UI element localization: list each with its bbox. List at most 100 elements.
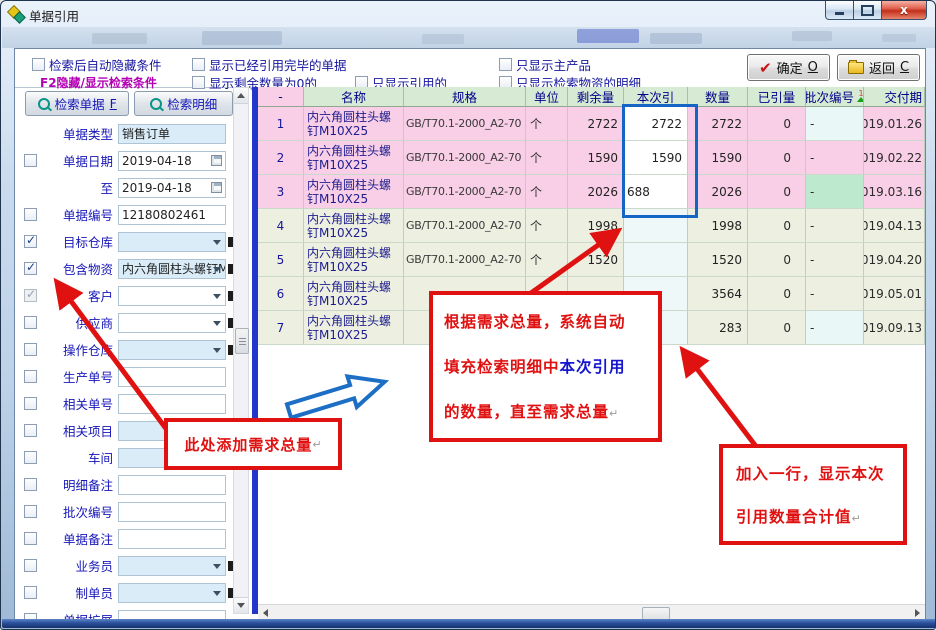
field-input[interactable]: 内六角圆柱头螺钉M10	[118, 259, 226, 279]
table-row[interactable]: 1 内六角圆柱头螺钉M10X25 GB/T70.1-2000_A2-70 个 2…	[258, 107, 925, 141]
cell-referenced[interactable]: 0	[748, 175, 806, 209]
cell-remaining[interactable]: 2026	[568, 175, 624, 209]
field-checkbox[interactable]	[24, 208, 37, 221]
cell-name[interactable]: 内六角圆柱头螺钉M10X25	[304, 243, 404, 277]
cell-row-number[interactable]: 2	[258, 141, 304, 175]
cell-referenced[interactable]: 0	[748, 243, 806, 277]
cell-batch-no[interactable]: -	[806, 209, 864, 243]
cell-name[interactable]: 内六角圆柱头螺钉M10X25	[304, 311, 404, 345]
cell-spec[interactable]: GB/T70.1-2000_A2-70	[404, 175, 526, 209]
cell-due-date[interactable]: 2019.04.20	[864, 243, 925, 277]
field-checkbox[interactable]	[24, 235, 37, 248]
field-input[interactable]	[118, 556, 226, 576]
cell-due-date[interactable]: 2019.02.22	[864, 141, 925, 175]
field-checkbox[interactable]	[24, 586, 37, 599]
cell-this-reference[interactable]	[624, 243, 688, 277]
cell-due-date[interactable]: 2019.03.16	[864, 175, 925, 209]
cell-referenced[interactable]: 0	[748, 209, 806, 243]
cell-batch-no[interactable]: -	[806, 175, 864, 209]
header-due-date[interactable]: 交付期	[864, 87, 925, 107]
field-checkbox[interactable]	[24, 478, 37, 491]
sort-ascending-icon[interactable]: 1	[857, 91, 864, 102]
field-checkbox[interactable]	[24, 370, 37, 383]
checkbox-only-main-product[interactable]: 只显示主产品	[499, 55, 591, 74]
header-row-number[interactable]: -	[258, 87, 304, 107]
ok-button[interactable]: ✔ 确定 O	[747, 54, 830, 81]
field-checkbox[interactable]	[24, 559, 37, 572]
cell-referenced[interactable]: 0	[748, 311, 806, 345]
cell-batch-no[interactable]: -	[806, 141, 864, 175]
search-documents-button[interactable]: 检索单据 F	[25, 91, 129, 116]
scroll-up-button[interactable]	[234, 88, 248, 104]
field-checkbox[interactable]	[24, 397, 37, 410]
cell-batch-no[interactable]: -	[806, 277, 864, 311]
header-spec[interactable]: 规格	[404, 87, 526, 107]
field-input[interactable]	[118, 529, 226, 549]
field-input[interactable]	[118, 232, 226, 252]
checkbox-auto-hide[interactable]: 检索后自动隐藏条件	[32, 55, 162, 74]
field-input[interactable]: 12180802461	[118, 205, 226, 225]
cell-referenced[interactable]: 0	[748, 107, 806, 141]
cell-unit[interactable]: 个	[526, 243, 568, 277]
cell-name[interactable]: 内六角圆柱头螺钉M10X25	[304, 209, 404, 243]
cell-batch-no[interactable]: -	[806, 107, 864, 141]
field-checkbox[interactable]	[24, 451, 37, 464]
field-input[interactable]	[118, 340, 226, 360]
field-input[interactable]: 2019-04-18	[118, 178, 226, 198]
header-remaining[interactable]: 剩余量	[568, 87, 624, 107]
cell-row-number[interactable]: 4	[258, 209, 304, 243]
cell-spec[interactable]: GB/T70.1-2000_A2-70	[404, 243, 526, 277]
field-checkbox[interactable]	[24, 154, 37, 167]
cell-batch-no[interactable]: -	[806, 311, 864, 345]
cell-row-number[interactable]: 7	[258, 311, 304, 345]
table-row[interactable]: 2 内六角圆柱头螺钉M10X25 GB/T70.1-2000_A2-70 个 1…	[258, 141, 925, 175]
cell-due-date[interactable]: 2019.09.13	[864, 311, 925, 345]
return-button[interactable]: 返回 C	[837, 54, 920, 81]
minimize-button[interactable]	[825, 1, 854, 20]
field-checkbox[interactable]	[24, 316, 37, 329]
scrollbar-thumb[interactable]	[235, 328, 249, 354]
field-checkbox[interactable]	[24, 424, 37, 437]
maximize-button[interactable]	[854, 1, 882, 20]
cell-row-number[interactable]: 6	[258, 277, 304, 311]
checkbox-icon[interactable]	[32, 58, 45, 71]
cell-name[interactable]: 内六角圆柱头螺钉M10X25	[304, 141, 404, 175]
cell-batch-no[interactable]: -	[806, 243, 864, 277]
cell-name[interactable]: 内六角圆柱头螺钉M10X25	[304, 175, 404, 209]
cell-row-number[interactable]: 1	[258, 107, 304, 141]
field-input[interactable]: 销售订单	[118, 124, 226, 144]
cell-remaining[interactable]: 2722	[568, 107, 624, 141]
cell-quantity[interactable]: 1520	[688, 243, 748, 277]
checkbox-icon[interactable]	[499, 58, 512, 71]
field-input[interactable]	[118, 583, 226, 603]
checkbox-show-finished[interactable]: 显示已经引用完毕的单据	[192, 55, 347, 74]
left-panel-scrollbar[interactable]	[233, 87, 249, 614]
field-checkbox[interactable]	[24, 343, 37, 356]
table-row[interactable]: 5 内六角圆柱头螺钉M10X25 GB/T70.1-2000_A2-70 个 1…	[258, 243, 925, 277]
field-checkbox[interactable]	[24, 262, 37, 275]
scroll-left-button[interactable]	[259, 606, 272, 620]
cell-unit[interactable]: 个	[526, 209, 568, 243]
field-checkbox[interactable]	[24, 289, 37, 302]
cell-quantity[interactable]: 283	[688, 311, 748, 345]
cell-unit[interactable]: 个	[526, 107, 568, 141]
cell-row-number[interactable]: 3	[258, 175, 304, 209]
cell-remaining[interactable]: 1998	[568, 209, 624, 243]
close-button[interactable]: x	[882, 1, 927, 20]
field-checkbox[interactable]	[24, 505, 37, 518]
cell-spec[interactable]: GB/T70.1-2000_A2-70	[404, 141, 526, 175]
field-input[interactable]	[118, 475, 226, 495]
table-row[interactable]: 3 内六角圆柱头螺钉M10X25 GB/T70.1-2000_A2-70 个 2…	[258, 175, 925, 209]
cell-name[interactable]: 内六角圆柱头螺钉M10X25	[304, 277, 404, 311]
cell-unit[interactable]: 个	[526, 175, 568, 209]
table-row[interactable]: 4 内六角圆柱头螺钉M10X25 GB/T70.1-2000_A2-70 个 1…	[258, 209, 925, 243]
field-input[interactable]	[118, 367, 226, 387]
field-checkbox[interactable]	[24, 532, 37, 545]
header-batch-no[interactable]: 批次编号 1	[806, 87, 864, 107]
field-input[interactable]	[118, 286, 226, 306]
header-name[interactable]: 名称	[304, 87, 404, 107]
cell-quantity[interactable]: 3564	[688, 277, 748, 311]
cell-due-date[interactable]: 2019.04.13	[864, 209, 925, 243]
field-input[interactable]	[118, 313, 226, 333]
checkbox-icon[interactable]	[192, 58, 205, 71]
